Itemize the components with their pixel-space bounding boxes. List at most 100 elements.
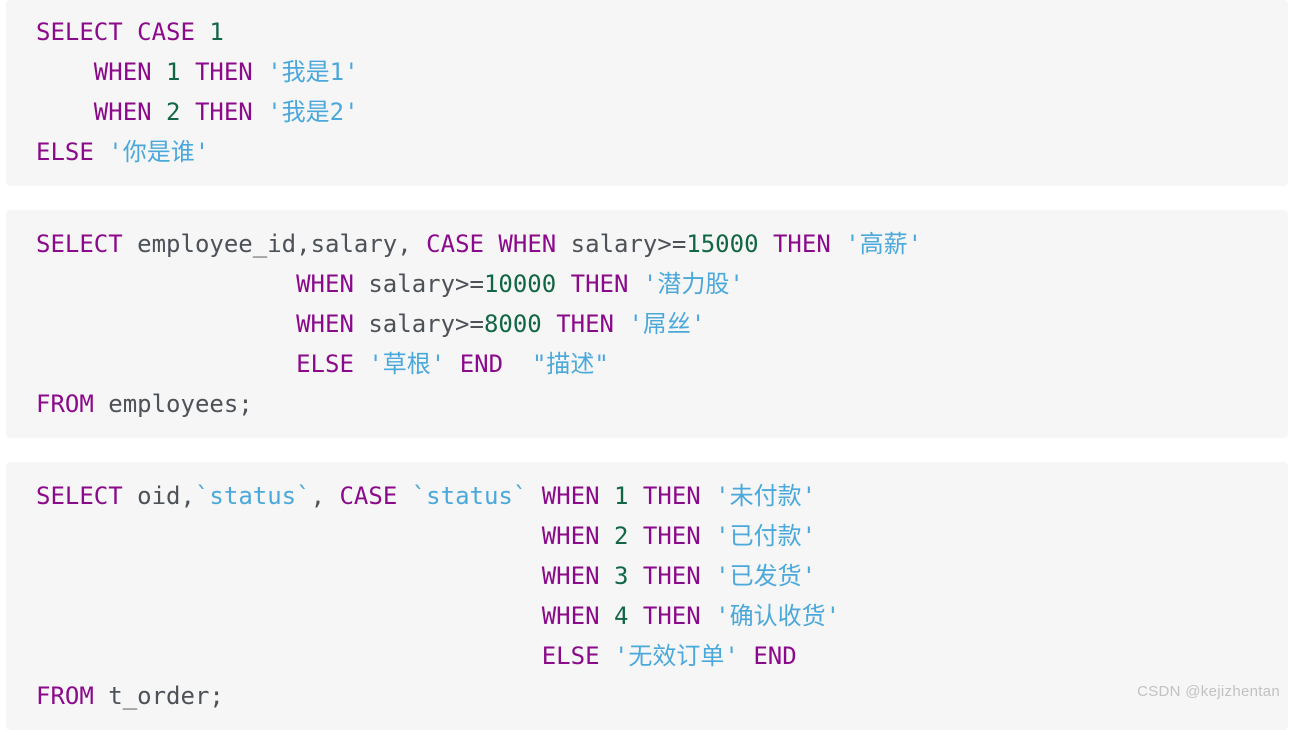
token-kw: FROM (36, 390, 94, 418)
token-pun (445, 350, 459, 378)
token-id: oid (137, 482, 181, 510)
token-pun: ; (209, 682, 224, 710)
token-pun (628, 602, 642, 630)
token-str: '未付款' (715, 482, 817, 510)
token-kw: WHEN (93, 58, 152, 86)
code-block[interactable]: SELECT oid,`status`, CASE `status` WHEN … (6, 462, 1288, 730)
csdn-watermark: CSDN @kejizhentan (1137, 683, 1280, 700)
token-kw: WHEN (498, 230, 557, 258)
token-kw: WHEN (541, 522, 600, 550)
code-line: WHEN 3 THEN '已发货' (6, 556, 1288, 596)
token-pun (600, 642, 614, 670)
token-pun: , (397, 230, 427, 258)
code-line: FROM employees; (6, 384, 1288, 424)
code-line: ELSE '无效订单' END (6, 636, 1288, 676)
token-pun (701, 482, 715, 510)
token-kw: WHEN (541, 562, 600, 590)
token-pun (701, 602, 715, 630)
code-block[interactable]: SELECT employee_id,salary, CASE WHEN sal… (6, 210, 1288, 438)
token-pun (701, 522, 715, 550)
token-kw: THEN (194, 98, 253, 126)
token-kw: WHEN (93, 98, 152, 126)
token-num: 4 (613, 602, 629, 630)
token-kw: END (459, 350, 504, 378)
token-pun (600, 602, 614, 630)
code-line: ELSE '草根' END "描述" (6, 344, 1288, 384)
token-id: salary (310, 230, 398, 258)
token-pun (354, 310, 368, 338)
token-pun (556, 230, 570, 258)
token-kw: CASE (426, 230, 484, 258)
token-op: >= (657, 230, 687, 258)
token-kw: WHEN (296, 270, 354, 298)
token-kw: THEN (194, 58, 253, 86)
code-line: WHEN salary>=8000 THEN '屌丝' (6, 304, 1288, 344)
token-str: `status` (194, 482, 311, 510)
token-pun (759, 230, 773, 258)
token-pun (152, 98, 166, 126)
code-blocks-container: SELECT CASE 1 WHEN 1 THEN '我是1' WHEN 2 T… (0, 0, 1294, 730)
code-line: SELECT employee_id,salary, CASE WHEN sal… (6, 224, 1288, 264)
token-kw: WHEN (541, 482, 600, 510)
token-kw: ELSE (541, 642, 600, 670)
token-pun (354, 350, 368, 378)
token-kw: THEN (556, 310, 614, 338)
token-kw: WHEN (541, 602, 600, 630)
token-num: 2 (613, 522, 629, 550)
token-id: employee_id (137, 230, 297, 258)
token-pun (354, 270, 368, 298)
token-pun (181, 98, 195, 126)
token-pun: ; (238, 390, 253, 418)
token-kw: THEN (642, 602, 701, 630)
token-kw: SELECT (36, 230, 123, 258)
token-kw: SELECT (36, 18, 123, 46)
token-str: "描述" (531, 350, 609, 378)
token-kw: THEN (642, 562, 701, 590)
token-pun (527, 482, 541, 510)
token-str: `status` (411, 482, 528, 510)
sql-snippet-page: SELECT CASE 1 WHEN 1 THEN '我是1' WHEN 2 T… (0, 0, 1294, 730)
token-pun (628, 270, 642, 298)
token-str: '确认收货' (715, 602, 841, 630)
token-str: '高薪' (845, 230, 923, 258)
token-id: salary (570, 230, 658, 258)
token-kw: SELECT (36, 482, 123, 510)
token-kw: ELSE (296, 350, 354, 378)
token-kw: WHEN (296, 310, 354, 338)
code-line: WHEN salary>=10000 THEN '潜力股' (6, 264, 1288, 304)
token-pun (831, 230, 845, 258)
token-pun (195, 18, 209, 46)
token-kw: CASE (137, 18, 195, 46)
token-pun (152, 58, 166, 86)
token-pun (94, 138, 108, 166)
token-pun (123, 230, 137, 258)
token-kw: FROM (36, 682, 94, 710)
token-pun (123, 18, 137, 46)
code-block[interactable]: SELECT CASE 1 WHEN 1 THEN '我是1' WHEN 2 T… (6, 0, 1288, 186)
token-pun (94, 390, 108, 418)
token-str: '已付款' (715, 522, 817, 550)
token-str: '已发货' (715, 562, 817, 590)
code-line: ELSE '你是谁' (6, 132, 1288, 172)
token-kw: THEN (642, 482, 701, 510)
token-pun: , (310, 482, 340, 510)
token-id: employees (108, 390, 239, 418)
code-line: WHEN 1 THEN '我是1' (6, 52, 1288, 92)
token-pun (701, 562, 715, 590)
token-pun (600, 482, 614, 510)
token-pun (94, 682, 108, 710)
token-str: '我是2' (267, 98, 359, 126)
token-num: 1 (614, 482, 629, 510)
token-kw: THEN (642, 522, 701, 550)
code-line: WHEN 2 THEN '我是2' (6, 92, 1288, 132)
token-pun (614, 310, 628, 338)
token-str: '我是1' (267, 58, 359, 86)
token-pun (397, 482, 411, 510)
